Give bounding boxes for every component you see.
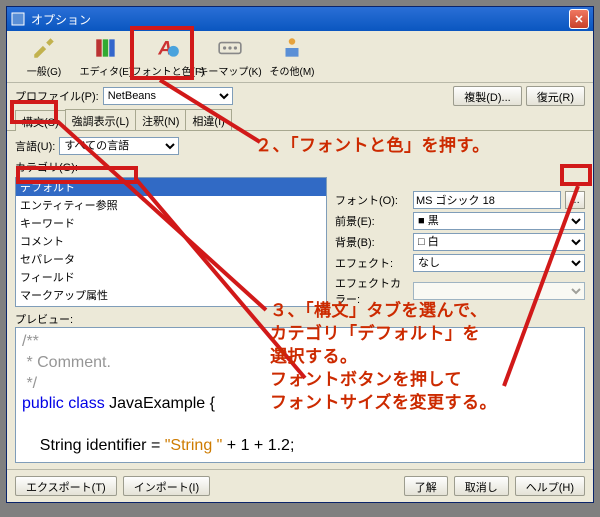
profile-label: プロファイル(P): [15,88,99,104]
category-item[interactable]: キーワード [16,214,326,232]
import-button[interactable]: インポート(I) [123,476,210,496]
category-item[interactable]: エンティティー参照 [16,196,326,214]
category-item[interactable]: マークアップ属性 [16,286,326,304]
toolbar-keymap[interactable]: キーマップ(K) [199,33,261,81]
language-select[interactable]: すべての言語 [59,137,179,155]
font-field[interactable] [413,191,561,209]
window-close-button[interactable]: ✕ [569,9,589,29]
tab-annotation[interactable]: 注釈(N) [135,109,186,130]
preview-label: プレビュー: [15,311,585,327]
category-item[interactable]: セパレータ [16,250,326,268]
titlebar: オプション ✕ [7,7,593,31]
category-toolbar: 一般(G) エディタ(E) A フォントと色(F) キーマップ(K) その他(M… [7,31,593,83]
effectcolor-label: エフェクトカラー: [335,275,409,307]
wrench-icon [31,35,57,61]
font-label: フォント(O): [335,192,409,208]
profile-row: プロファイル(P): NetBeans 複製(D)... 復元(R) [7,83,593,109]
toolbar-general-label: 一般(G) [27,63,61,78]
toolbar-keymap-label: キーマップ(K) [198,63,261,78]
category-item[interactable]: コメント [16,232,326,250]
keyboard-icon [217,35,243,61]
background-label: 背景(B): [335,234,409,250]
toolbar-other-label: その他(M) [270,63,315,78]
export-button[interactable]: エクスポート(T) [15,476,117,496]
toolbar-fontcolor[interactable]: A フォントと色(F) [137,33,199,81]
dialog-footer: エクスポート(T) インポート(I) 了解 取消し ヘルプ(H) [7,469,593,502]
category-label: カテゴリ(G): [15,159,585,175]
books-icon [93,35,119,61]
font-browse-button[interactable]: … [565,191,585,209]
category-item-default[interactable]: デフォルト [16,178,326,196]
font-color-icon: A [155,35,181,61]
tab-diff[interactable]: 相違(I) [185,109,231,130]
options-window: オプション ✕ 一般(G) エディタ(E) A フォントと色(F) キーマップ(… [6,6,594,503]
category-item[interactable]: フィールド [16,268,326,286]
preview-area: /** * Comment. */ public class JavaExamp… [15,327,585,463]
help-button[interactable]: ヘルプ(H) [515,476,585,496]
language-label: 言語(U): [15,138,55,154]
toolbar-fontcolor-label: フォントと色(F) [132,63,205,78]
foreground-select[interactable]: ■ 黒 [413,212,585,230]
category-item[interactable]: マークアップ属性値 [16,304,326,307]
background-select[interactable]: □ 白 [413,233,585,251]
toolbar-editor-label: エディタ(E) [80,63,133,78]
effectcolor-select[interactable] [413,282,585,300]
toolbar-other[interactable]: その他(M) [261,33,323,81]
subtab-bar: 構文(S) 強調表示(L) 注釈(N) 相違(I) [7,109,593,131]
cancel-button[interactable]: 取消し [454,476,509,496]
toolbar-general[interactable]: 一般(G) [13,33,75,81]
window-title: オプション [31,11,91,28]
toolbar-editor[interactable]: エディタ(E) [75,33,137,81]
app-icon [11,12,25,26]
category-list[interactable]: デフォルト エンティティー参照 キーワード コメント セパレータ フィールド マ… [15,177,327,307]
profile-select[interactable]: NetBeans [103,87,233,105]
restore-button[interactable]: 復元(R) [526,86,585,106]
other-icon [279,35,305,61]
ok-button[interactable]: 了解 [404,476,448,496]
effect-select[interactable]: なし [413,254,585,272]
tab-highlight[interactable]: 強調表示(L) [65,109,136,130]
duplicate-button[interactable]: 複製(D)... [453,86,521,106]
effect-label: エフェクト: [335,255,409,271]
tab-syntax[interactable]: 構文(S) [15,110,66,131]
foreground-label: 前景(E): [335,213,409,229]
syntax-panel: 言語(U): すべての言語 カテゴリ(G): デフォルト エンティティー参照 キ… [7,131,593,469]
